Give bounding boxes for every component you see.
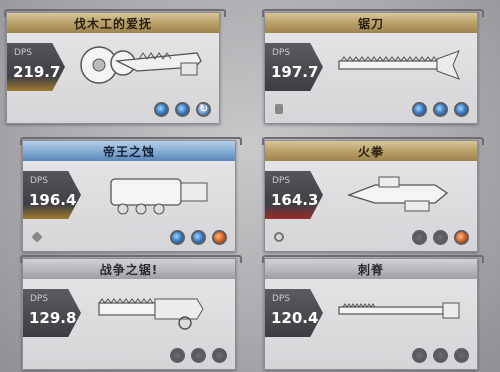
badge-icon — [32, 232, 42, 242]
gauntlet-weapon-icon — [110, 178, 208, 215]
dps-label: DPS — [30, 176, 49, 186]
saw-blade-weapon-icon — [338, 50, 460, 80]
mod-slot-empty-icon[interactable] — [412, 230, 427, 245]
mod-slot-empty-icon[interactable] — [433, 348, 448, 363]
chainsaw-weapon-icon — [80, 46, 202, 84]
weapon-card-1[interactable]: 伐木工的爱抚 DPS 219.7 — [4, 9, 226, 124]
mod-slot-blue-icon[interactable] — [175, 102, 190, 117]
mod-slot-blue-icon[interactable] — [170, 230, 185, 245]
weapon-title: 帝王之蚀 — [23, 141, 235, 161]
dps-value: 197.7 — [271, 63, 319, 81]
dps-label: DPS — [30, 294, 49, 304]
mod-slot-empty-icon[interactable] — [170, 348, 185, 363]
weapon-title: 火拳 — [265, 141, 477, 161]
mod-slot-empty-icon[interactable] — [191, 348, 206, 363]
dps-label: DPS — [272, 176, 291, 186]
dps-panel: DPS 120.4 — [265, 289, 323, 337]
weapon-card-6[interactable]: 刺脊 DPS 120.4 — [262, 255, 484, 370]
dps-panel: DPS 197.7 — [265, 43, 323, 91]
dps-label: DPS — [14, 48, 33, 58]
dps-panel: DPS 129.8 — [23, 289, 81, 337]
mod-slot-blue-icon[interactable] — [433, 102, 448, 117]
mod-slot-empty-icon[interactable] — [433, 230, 448, 245]
badge-icon — [275, 104, 283, 114]
power-fist-weapon-icon — [347, 176, 449, 212]
dps-label: DPS — [272, 294, 291, 304]
weapon-title: 伐木工的爱抚 — [7, 13, 219, 33]
mod-slots — [170, 348, 227, 363]
mod-slots — [412, 102, 469, 117]
mod-slots — [412, 230, 469, 245]
mod-slot-orange-icon[interactable] — [212, 230, 227, 245]
weapon-card-3[interactable]: 帝王之蚀 DPS 196.4 — [20, 137, 242, 252]
dps-panel: DPS 196.4 — [23, 171, 81, 219]
dps-value: 120.4 — [271, 309, 319, 327]
weapon-title: 刺脊 — [265, 259, 477, 279]
dps-label: DPS — [272, 48, 291, 58]
dps-panel: DPS 219.7 — [7, 43, 65, 91]
war-saw-weapon-icon — [98, 298, 204, 330]
mod-slot-blue-icon[interactable] — [412, 102, 427, 117]
mod-slots — [154, 102, 211, 117]
refresh-mod-icon[interactable] — [196, 102, 211, 117]
mod-slot-empty-icon[interactable] — [454, 348, 469, 363]
spine-blade-weapon-icon — [338, 302, 460, 319]
weapon-card-4[interactable]: 火拳 DPS 164.3 — [262, 137, 484, 252]
weapon-card-2[interactable]: 锯刀 DPS 197.7 — [262, 9, 484, 124]
mod-slots — [412, 348, 469, 363]
dps-panel: DPS 164.3 — [265, 171, 323, 219]
dps-value: 164.3 — [271, 191, 319, 209]
mod-slot-orange-icon[interactable] — [454, 230, 469, 245]
weapon-title: 锯刀 — [265, 13, 477, 33]
mod-slot-empty-icon[interactable] — [412, 348, 427, 363]
dps-value: 196.4 — [29, 191, 77, 209]
mod-slot-blue-icon[interactable] — [191, 230, 206, 245]
weapon-title: 战争之锯! — [23, 259, 235, 279]
mod-slots — [170, 230, 227, 245]
mod-slot-blue-icon[interactable] — [454, 102, 469, 117]
gear-icon — [274, 232, 284, 242]
weapon-card-5[interactable]: 战争之锯! DPS 129.8 — [20, 255, 242, 370]
mod-slot-blue-icon[interactable] — [154, 102, 169, 117]
mod-slot-empty-icon[interactable] — [212, 348, 227, 363]
dps-value: 129.8 — [29, 309, 77, 327]
dps-value: 219.7 — [13, 63, 61, 81]
